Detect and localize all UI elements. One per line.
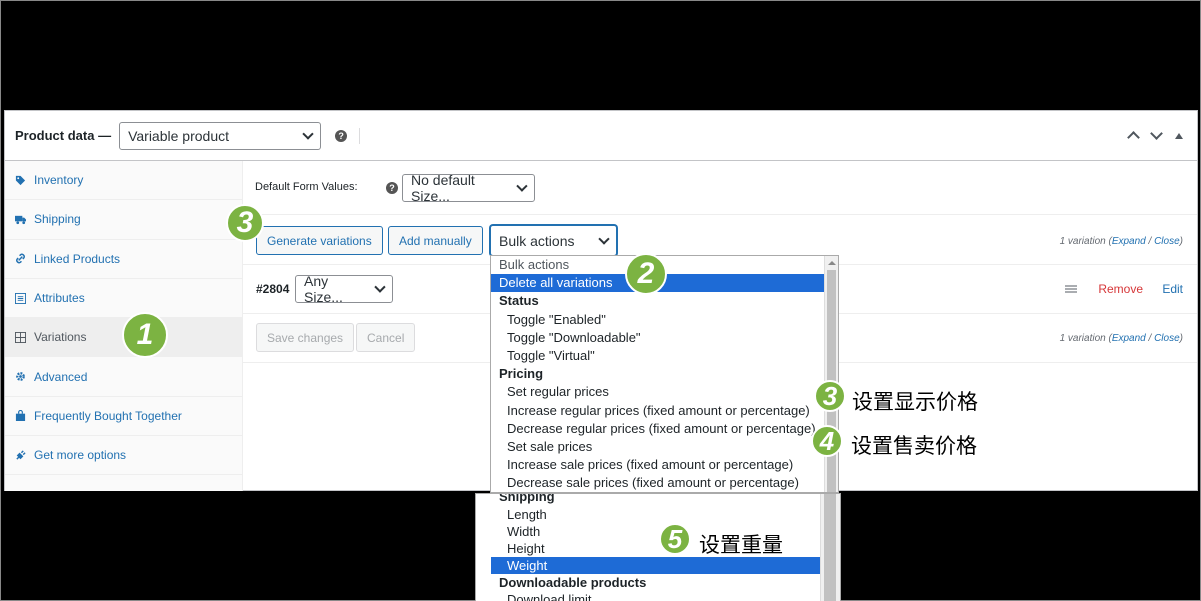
- panel-header: Product data — Variable product ?: [5, 111, 1197, 161]
- tab-get-more-options[interactable]: Get more options: [5, 436, 242, 476]
- dropdown-option[interactable]: Toggle "Enabled": [491, 311, 838, 329]
- step-badge-1: 1: [122, 312, 168, 358]
- bulk-actions-dropdown-scrolled[interactable]: Shipping Length Width Height Weight Down…: [475, 493, 841, 601]
- variation-size-select[interactable]: Any Size...: [295, 273, 393, 305]
- gear-icon: [16, 372, 25, 381]
- generate-variations-button[interactable]: Generate variations: [256, 226, 383, 255]
- dropdown-option[interactable]: Decrease sale prices (fixed amount or pe…: [491, 474, 838, 492]
- tab-label: Linked Products: [34, 251, 121, 266]
- panel-controls: [1127, 127, 1183, 144]
- chevron-down-icon: [598, 232, 610, 245]
- tab-attributes[interactable]: Attributes: [5, 279, 242, 319]
- cancel-button[interactable]: Cancel: [356, 323, 416, 352]
- tag-icon: [15, 175, 26, 185]
- remove-link[interactable]: Remove: [1098, 282, 1143, 296]
- variation-count-text: 1 variation (: [1059, 236, 1112, 247]
- dropdown-option[interactable]: Set sale prices: [491, 438, 838, 456]
- move-down-icon[interactable]: [1150, 127, 1163, 140]
- product-type-select[interactable]: Variable product: [119, 121, 322, 150]
- dropdown-group-label: Status: [499, 293, 539, 309]
- default-size-value: No default Size...: [411, 172, 475, 204]
- expand-link[interactable]: Expand: [1112, 236, 1146, 247]
- dropdown-group-label: Shipping: [499, 493, 555, 504]
- tab-inventory[interactable]: Inventory: [5, 161, 242, 201]
- drag-handle-icon[interactable]: [1065, 281, 1077, 299]
- note-set-display-price: 设置显示价格: [852, 391, 978, 414]
- tab-label: Shipping: [34, 212, 81, 227]
- tab-label: Attributes: [34, 291, 85, 306]
- chevron-down-icon: [516, 180, 528, 192]
- tab-label: Advanced: [34, 369, 88, 384]
- link-icon: [16, 253, 25, 264]
- slash: /: [1145, 236, 1155, 247]
- tab-frequently-bought-together[interactable]: Frequently Bought Together: [5, 397, 242, 437]
- dropdown-group-label: Pricing: [499, 366, 544, 382]
- chevron-down-icon: [374, 281, 386, 293]
- dropdown-scrollbar[interactable]: [820, 494, 840, 601]
- scrollbar-thumb[interactable]: [824, 494, 836, 601]
- add-manually-button[interactable]: Add manually: [388, 226, 483, 255]
- step-badge-3-price: 3: [814, 380, 846, 412]
- edit-link[interactable]: Edit: [1162, 282, 1183, 296]
- default-form-label: Default Form Values:: [255, 181, 358, 193]
- move-up-icon[interactable]: [1127, 131, 1140, 144]
- scroll-up-icon[interactable]: [826, 258, 838, 268]
- product-data-title: Product data —: [15, 128, 112, 143]
- dropdown-option[interactable]: Download limit: [491, 591, 826, 601]
- help-icon[interactable]: ?: [386, 182, 398, 194]
- default-form-row: Default Form Values: ? No default Size..…: [243, 161, 1197, 215]
- dropdown-option[interactable]: Toggle "Downloadable": [491, 329, 838, 347]
- bulk-actions-dropdown[interactable]: Bulk actions Delete all variations Statu…: [490, 255, 839, 493]
- dropdown-option[interactable]: Increase sale prices (fixed amount or pe…: [491, 456, 838, 474]
- divider: [359, 127, 361, 144]
- bulk-actions-select[interactable]: Bulk actions: [490, 225, 617, 256]
- paren: ): [1179, 236, 1183, 247]
- close-link[interactable]: Close: [1154, 333, 1180, 344]
- dropdown-group-label: Downloadable products: [499, 575, 647, 590]
- close-link[interactable]: Close: [1154, 236, 1180, 247]
- tab-label: Get more options: [34, 448, 127, 463]
- dropdown-option-selected[interactable]: Weight: [491, 557, 826, 574]
- tab-label: Inventory: [34, 173, 84, 188]
- bag-icon: [15, 410, 26, 422]
- screenshot-frame: Product data — Variable product ? Invent…: [0, 0, 1201, 601]
- list-icon: [15, 292, 26, 304]
- chevron-down-icon: [302, 127, 314, 140]
- save-changes-button[interactable]: Save changes: [256, 323, 355, 352]
- variation-count: 1 variation (Expand / Close): [1060, 236, 1183, 247]
- step-badge-4: 4: [811, 425, 843, 457]
- note-set-sale-price: 设置售卖价格: [851, 435, 977, 458]
- grid-icon: [15, 331, 26, 343]
- dropdown-option[interactable]: Toggle "Virtual": [491, 347, 838, 365]
- truck-icon: [15, 215, 26, 225]
- product-type-value: Variable product: [128, 127, 229, 144]
- variation-count-text: 1 variation (: [1059, 333, 1112, 344]
- tab-linked-products[interactable]: Linked Products: [5, 240, 242, 279]
- dropdown-option[interactable]: Decrease regular prices (fixed amount or…: [491, 420, 838, 438]
- variation-count: 1 variation (Expand / Close): [1060, 333, 1183, 344]
- step-badge-3: 3: [226, 204, 264, 242]
- dropdown-option[interactable]: Increase regular prices (fixed amount or…: [491, 402, 838, 420]
- expand-link[interactable]: Expand: [1112, 333, 1146, 344]
- step-badge-2: 2: [625, 253, 667, 295]
- default-size-select[interactable]: No default Size...: [402, 172, 535, 204]
- dropdown-option[interactable]: Length: [491, 506, 826, 523]
- variation-id: #2804: [256, 282, 290, 296]
- note-set-weight: 设置重量: [699, 534, 783, 557]
- paren: ): [1179, 333, 1183, 344]
- slash: /: [1145, 333, 1155, 344]
- variation-size-value: Any Size...: [304, 273, 343, 305]
- tab-label: Variations: [34, 330, 87, 345]
- collapse-icon[interactable]: [1175, 132, 1183, 139]
- bulk-actions-value: Bulk actions: [499, 232, 575, 249]
- plugin-icon: [16, 450, 26, 460]
- tab-shipping[interactable]: Shipping: [5, 200, 242, 240]
- tab-advanced[interactable]: Advanced: [5, 357, 242, 397]
- step-badge-5: 5: [659, 523, 691, 555]
- dropdown-option[interactable]: Set regular prices: [491, 383, 838, 401]
- help-icon[interactable]: ?: [335, 129, 348, 142]
- tab-label: Frequently Bought Together: [34, 408, 182, 423]
